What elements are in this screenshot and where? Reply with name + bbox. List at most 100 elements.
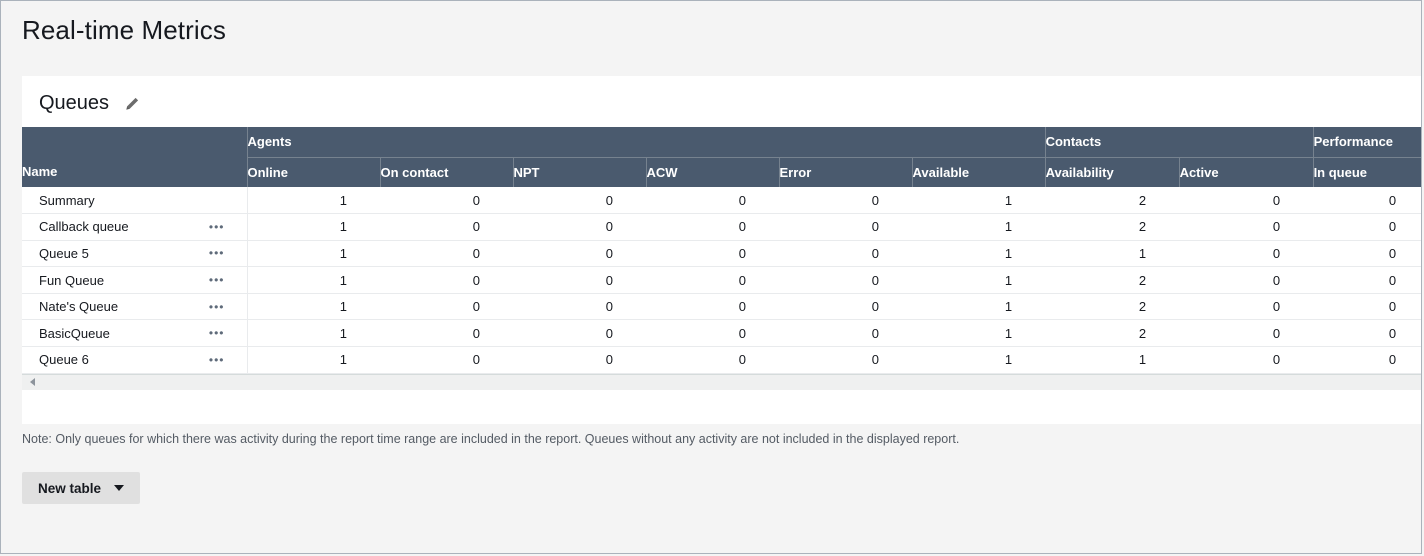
row-actions-menu-icon[interactable]: ••• (209, 354, 225, 366)
cell-acw: 0 (646, 240, 779, 267)
column-header-error[interactable]: Error (779, 157, 912, 187)
column-header-on-contact[interactable]: On contact (380, 157, 513, 187)
table-body: Summary100001200Callback queue•••1000012… (22, 187, 1422, 373)
row-name-label: Queue 6 (39, 352, 89, 367)
cell-on-contact: 0 (380, 240, 513, 267)
cell-npt: 0 (513, 187, 646, 214)
cell-in-queue: 0 (1313, 267, 1422, 294)
cell-active: 0 (1179, 320, 1313, 347)
row-name-cell: Summary (22, 187, 247, 214)
cell-on-contact: 0 (380, 214, 513, 241)
realtime-metrics-table: Name Agents Contacts Performance Online … (22, 127, 1422, 374)
cell-acw: 0 (646, 214, 779, 241)
cell-availability: 2 (1045, 320, 1179, 347)
row-name-cell: BasicQueue ••• (22, 320, 247, 347)
cell-available: 1 (912, 347, 1045, 374)
row-name-label: Fun Queue (39, 273, 104, 288)
card-title: Queues (39, 92, 109, 115)
cell-acw: 0 (646, 320, 779, 347)
table-row[interactable]: BasicQueue•••100001200 (22, 320, 1422, 347)
cell-active: 0 (1179, 240, 1313, 267)
table-row[interactable]: Nate's Queue•••100001200 (22, 293, 1422, 320)
cell-active: 0 (1179, 214, 1313, 241)
cell-acw: 0 (646, 293, 779, 320)
cell-active: 0 (1179, 267, 1313, 294)
column-header-name[interactable]: Name (22, 127, 247, 187)
row-actions-menu-icon[interactable]: ••• (209, 221, 225, 233)
row-name-cell: Fun Queue ••• (22, 267, 247, 294)
table-row[interactable]: Summary100001200 (22, 187, 1422, 214)
cell-npt: 0 (513, 267, 646, 294)
cell-availability: 1 (1045, 240, 1179, 267)
column-header-in-queue[interactable]: In queue (1313, 157, 1422, 187)
column-header-online[interactable]: Online (247, 157, 380, 187)
cell-error: 0 (779, 240, 912, 267)
page-frame: Real-time Metrics Queues Name (0, 0, 1422, 554)
row-name-cell: Callback queue ••• (22, 214, 247, 241)
group-header-contacts: Contacts (1045, 127, 1313, 157)
column-header-active[interactable]: Active (1179, 157, 1313, 187)
column-header-available[interactable]: Available (912, 157, 1045, 187)
cell-npt: 0 (513, 320, 646, 347)
row-name-label: Callback queue (39, 219, 129, 234)
queues-card: Queues Name Agents Contacts (22, 76, 1422, 424)
new-table-button-label: New table (38, 481, 101, 496)
new-table-button[interactable]: New table (22, 472, 140, 504)
cell-available: 1 (912, 267, 1045, 294)
cell-in-queue: 0 (1313, 320, 1422, 347)
row-name-cell: Queue 6 ••• (22, 347, 247, 374)
cell-available: 1 (912, 293, 1045, 320)
cell-availability: 2 (1045, 187, 1179, 214)
row-name-label: Queue 5 (39, 246, 89, 261)
cell-available: 1 (912, 187, 1045, 214)
cell-error: 0 (779, 214, 912, 241)
cell-in-queue: 0 (1313, 187, 1422, 214)
column-header-npt[interactable]: NPT (513, 157, 646, 187)
cell-in-queue: 0 (1313, 240, 1422, 267)
cell-availability: 2 (1045, 293, 1179, 320)
row-name-cell: Queue 5 ••• (22, 240, 247, 267)
group-header-agents: Agents (247, 127, 1045, 157)
cell-acw: 0 (646, 347, 779, 374)
row-actions-menu-icon[interactable]: ••• (209, 274, 225, 286)
cell-npt: 0 (513, 214, 646, 241)
cell-online: 1 (247, 240, 380, 267)
cell-active: 0 (1179, 347, 1313, 374)
cell-error: 0 (779, 293, 912, 320)
row-name-label: Nate's Queue (39, 299, 118, 314)
cell-on-contact: 0 (380, 267, 513, 294)
cell-availability: 1 (1045, 347, 1179, 374)
horizontal-scrollbar[interactable] (22, 374, 1422, 390)
cell-in-queue: 0 (1313, 347, 1422, 374)
row-actions-menu-icon[interactable]: ••• (209, 247, 225, 259)
cell-npt: 0 (513, 293, 646, 320)
table-row[interactable]: Queue 6•••100001100 (22, 347, 1422, 374)
cell-npt: 0 (513, 347, 646, 374)
cell-active: 0 (1179, 293, 1313, 320)
cell-in-queue: 0 (1313, 293, 1422, 320)
cell-available: 1 (912, 214, 1045, 241)
pencil-icon[interactable] (123, 95, 141, 113)
group-header-row: Name Agents Contacts Performance (22, 127, 1422, 157)
cell-availability: 2 (1045, 214, 1179, 241)
cell-in-queue: 0 (1313, 214, 1422, 241)
row-actions-menu-icon[interactable]: ••• (209, 301, 225, 313)
cell-online: 1 (247, 293, 380, 320)
cell-error: 0 (779, 187, 912, 214)
cell-error: 0 (779, 320, 912, 347)
column-header-acw[interactable]: ACW (646, 157, 779, 187)
cell-error: 0 (779, 267, 912, 294)
cell-npt: 0 (513, 240, 646, 267)
table-row[interactable]: Queue 5•••100001100 (22, 240, 1422, 267)
table-row[interactable]: Callback queue•••100001200 (22, 214, 1422, 241)
row-actions-menu-icon[interactable]: ••• (209, 327, 225, 339)
column-header-availability[interactable]: Availability (1045, 157, 1179, 187)
scroll-left-arrow-icon[interactable] (30, 378, 35, 386)
row-name-label: BasicQueue (39, 326, 110, 341)
table-row[interactable]: Fun Queue•••100001200 (22, 267, 1422, 294)
cell-error: 0 (779, 347, 912, 374)
cell-availability: 2 (1045, 267, 1179, 294)
cell-acw: 0 (646, 267, 779, 294)
row-name-label: Summary (39, 193, 95, 208)
cell-available: 1 (912, 240, 1045, 267)
